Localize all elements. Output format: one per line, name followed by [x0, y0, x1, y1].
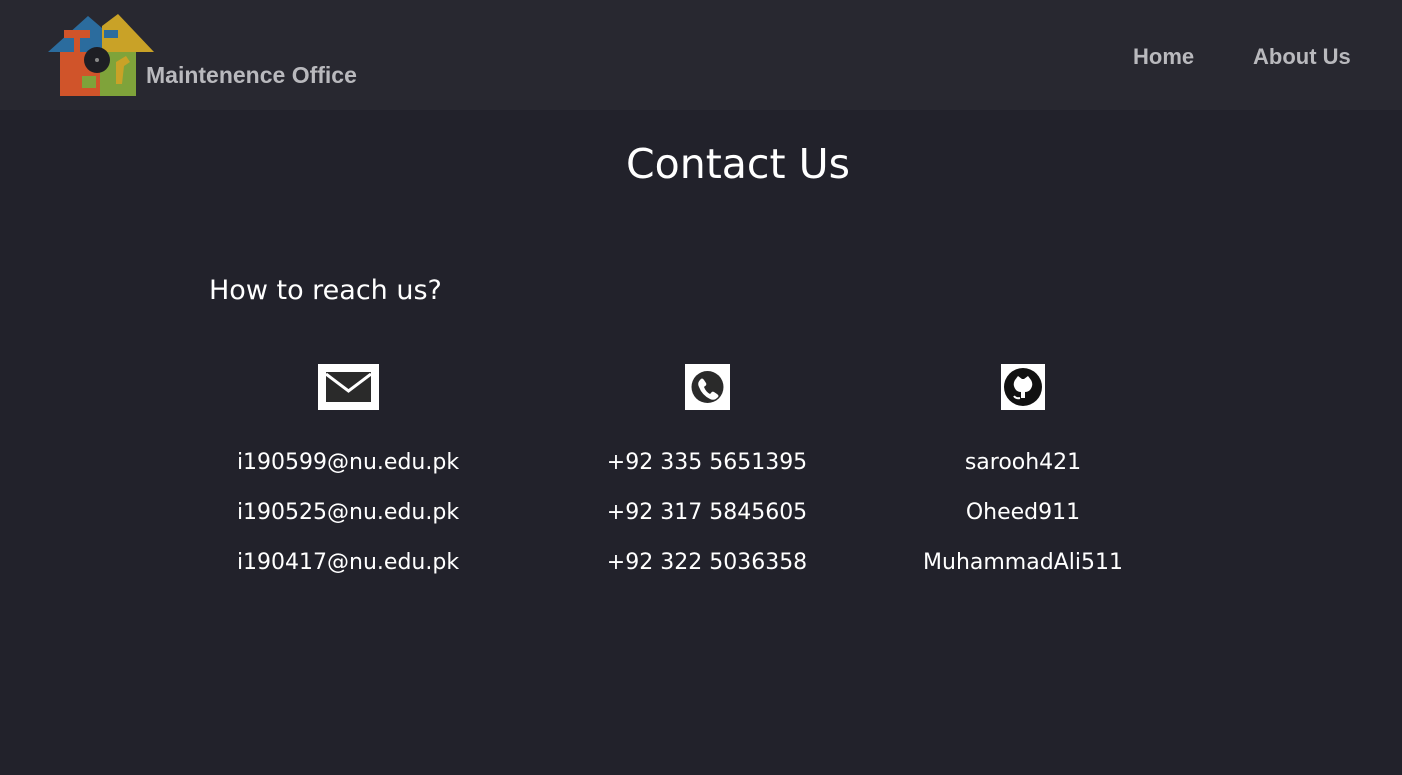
- email-column: i190599@nu.edu.pk i190525@nu.edu.pk i190…: [198, 364, 498, 598]
- logo-icon[interactable]: [44, 12, 156, 100]
- phone-list: +92 335 5651395 +92 317 5845605 +92 322 …: [557, 448, 857, 598]
- phone-column: +92 335 5651395 +92 317 5845605 +92 322 …: [557, 364, 857, 598]
- brand-title: Maintenence Office: [146, 62, 357, 88]
- email-list: i190599@nu.edu.pk i190525@nu.edu.pk i190…: [198, 448, 498, 598]
- mail-icon: [317, 364, 379, 410]
- phone-icon: [684, 364, 730, 410]
- page-title: Contact Us: [626, 140, 850, 188]
- github-list: sarooh421 Oheed911 MuhammadAli511: [873, 448, 1173, 598]
- github-icon: [1001, 364, 1045, 410]
- github-column: sarooh421 Oheed911 MuhammadAli511: [873, 364, 1173, 598]
- email-item[interactable]: i190417@nu.edu.pk: [198, 548, 498, 598]
- github-item[interactable]: MuhammadAli511: [873, 548, 1173, 598]
- phone-item[interactable]: +92 335 5651395: [557, 448, 857, 498]
- section-subtitle: How to reach us?: [209, 275, 442, 306]
- github-item[interactable]: sarooh421: [873, 448, 1173, 498]
- email-item[interactable]: i190599@nu.edu.pk: [198, 448, 498, 498]
- email-item[interactable]: i190525@nu.edu.pk: [198, 498, 498, 548]
- header: Maintenence Office Home About Us: [0, 0, 1402, 110]
- phone-item[interactable]: +92 322 5036358: [557, 548, 857, 598]
- phone-item[interactable]: +92 317 5845605: [557, 498, 857, 548]
- github-item[interactable]: Oheed911: [873, 498, 1173, 548]
- nav-home-link[interactable]: Home: [1133, 44, 1194, 70]
- nav-about-link[interactable]: About Us: [1253, 44, 1351, 70]
